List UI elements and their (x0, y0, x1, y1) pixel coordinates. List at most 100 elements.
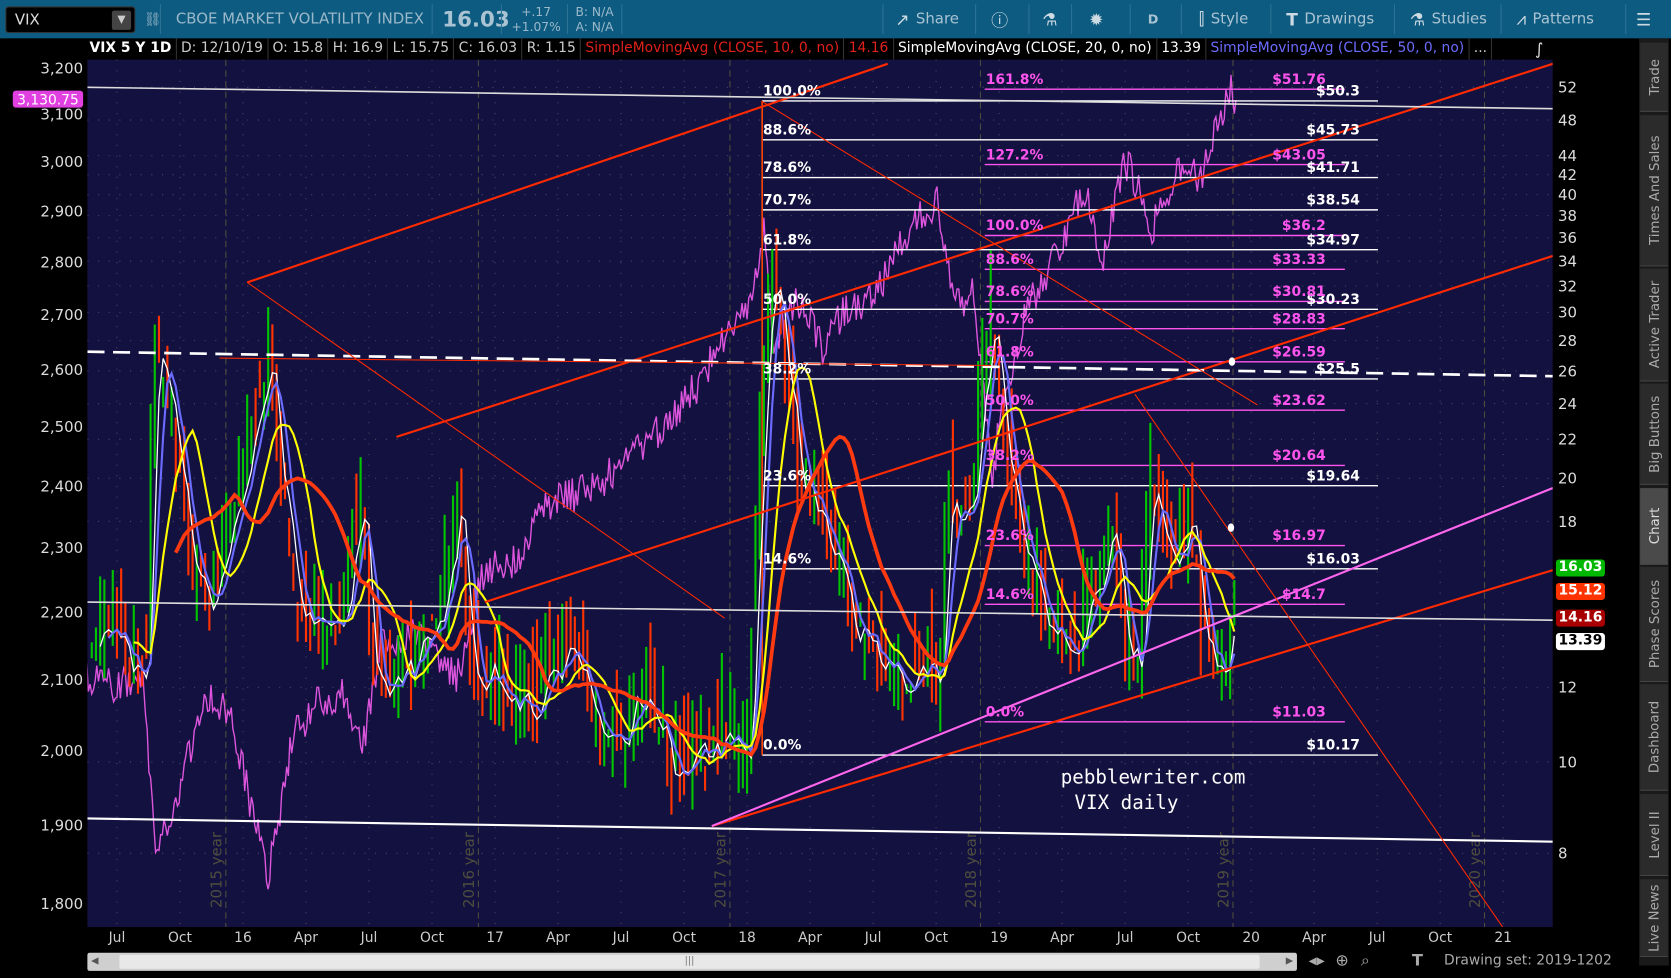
right-axis-tick: 30 (1558, 304, 1577, 322)
time-axis-tick: Apr (798, 930, 823, 947)
spx-current-value: 3,130.75 (17, 92, 79, 108)
sidebar-tab-label: Trade (1645, 58, 1662, 95)
sidebar-tab-level-ii[interactable]: Level II (1640, 793, 1668, 877)
right-axis-tick: 10 (1558, 753, 1577, 771)
drawing-anchor-point[interactable] (1228, 357, 1236, 366)
right-axis-tick: 28 (1558, 332, 1577, 350)
right-axis-tick: 18 (1558, 513, 1577, 531)
sidebar-tab-chart[interactable]: Chart (1640, 488, 1668, 565)
fib-level-price: $28.83 (1272, 311, 1325, 327)
time-axis-tick: Jul (1368, 930, 1386, 947)
fib-level-pct: 23.6% (763, 468, 811, 484)
price-badge: 15.12 (1555, 582, 1605, 600)
time-axis-tick: Jul (612, 930, 630, 947)
fib-level-price: $34.97 (1306, 232, 1359, 248)
fib-level-price: $25.5 (1316, 362, 1360, 378)
scrollbar-thumb[interactable]: ||| (119, 954, 1260, 969)
left-axis-tick: 2,700 (40, 306, 83, 324)
fib-level-price: $51.76 (1272, 72, 1325, 88)
left-axis-tick: 2,300 (40, 539, 83, 557)
right-axis-tick: 12 (1558, 679, 1577, 697)
drawing-tool-icon[interactable]: T (1412, 951, 1423, 970)
right-axis-tick: 52 (1558, 79, 1577, 97)
scroll-left-icon[interactable]: ◀ (87, 953, 102, 971)
watermark-site: pebblewriter.com (1061, 765, 1246, 788)
left-axis-tick: 2,100 (40, 671, 83, 689)
left-axis-tick: 2,800 (40, 253, 83, 271)
right-axis-tick: 44 (1558, 147, 1577, 165)
time-axis-tick: 18 (738, 930, 756, 947)
fib-level-pct: 61.8% (986, 344, 1034, 360)
expand-icon[interactable]: ◂▸ (1309, 951, 1325, 970)
time-axis-tick: Oct (1428, 930, 1453, 947)
fib-level-price: $16.97 (1272, 528, 1325, 544)
year-marker-label: 2016 year (460, 831, 478, 908)
fib-level-price: $14.7 (1282, 587, 1326, 603)
fib-level-pct: 14.6% (763, 552, 811, 568)
price-chart[interactable]: 2015 year 2016 year 2017 year 2018 year 2019… (0, 0, 1671, 978)
left-axis-tick: 2,500 (40, 418, 83, 436)
sidebar-tab-dashboard[interactable]: Dashboard (1640, 684, 1668, 791)
sidebar-tab-big-buttons[interactable]: Big Buttons (1640, 383, 1668, 485)
sidebar-tab-label: Dashboard (1645, 700, 1662, 774)
time-axis-tick: Jul (864, 930, 882, 947)
fib-level-pct: 50.0% (986, 393, 1034, 409)
sidebar-tab-active-trader[interactable]: Active Trader (1640, 268, 1668, 382)
year-marker-label: 2017 year (712, 831, 730, 908)
time-axis-tick: 17 (486, 930, 504, 947)
sidebar-tab-label: Chart (1645, 507, 1662, 545)
sidebar-tab-label: Level II (1645, 810, 1662, 859)
fib-level-pct: 70.7% (763, 193, 811, 209)
time-axis-tick: Oct (1176, 930, 1201, 947)
drawing-anchor-point[interactable] (1227, 523, 1235, 532)
price-badge: 13.39 (1555, 633, 1605, 651)
sidebar-tab-live-news[interactable]: Live News (1640, 879, 1668, 957)
sidebar-tab-label: Times And Sales (1645, 135, 1662, 245)
fib-level-price: $10.17 (1306, 738, 1359, 754)
sidebar-tab-times-and-sales[interactable]: Times And Sales (1640, 115, 1668, 267)
year-marker-label: 2019 year (1215, 831, 1233, 908)
time-axis-tick: Apr (546, 930, 571, 947)
right-axis-tick: 48 (1558, 111, 1577, 129)
fib-level-price: $20.64 (1272, 448, 1325, 464)
fib-level-price: $43.05 (1272, 147, 1325, 163)
left-axis-tick: 1,800 (40, 895, 83, 913)
time-axis-tick: Oct (167, 930, 192, 947)
left-axis-tick: 3,200 (40, 60, 83, 78)
fib-level-pct: 161.8% (986, 72, 1044, 88)
fib-level-pct: 50.0% (763, 292, 811, 308)
fib-level-pct: 78.6% (986, 284, 1034, 300)
fib-level-pct: 0.0% (763, 738, 802, 754)
fib-level-pct: 88.6% (986, 252, 1034, 268)
fib-level-price: $36.2 (1282, 218, 1326, 234)
fib-level-price: $16.03 (1306, 552, 1359, 568)
sidebar-tab-phase-scores[interactable]: Phase Scores (1640, 566, 1668, 683)
left-axis-tick: 2,400 (40, 477, 83, 495)
drawing-set-label[interactable]: Drawing set: 2019-1202 (1444, 953, 1612, 969)
fib-level-price: $33.33 (1272, 252, 1325, 268)
horizontal-scrollbar[interactable]: ◀ ||| ▶ (87, 952, 1297, 971)
sidebar-tab-label: Live News (1645, 883, 1662, 952)
fib-level-pct: 38.2% (763, 362, 811, 378)
right-axis-tick: 42 (1558, 166, 1577, 184)
crosshair-icon[interactable]: ⊕ (1335, 951, 1348, 970)
left-axis-tick: 1,900 (40, 817, 83, 835)
fib-level-price: $26.59 (1272, 344, 1325, 360)
right-axis-tick: 20 (1558, 470, 1577, 488)
fib-level-price: $30.81 (1272, 284, 1325, 300)
time-axis-tick: Oct (420, 930, 444, 947)
sidebar-tab-label: Phase Scores (1645, 579, 1662, 669)
right-axis-tick: 40 (1558, 186, 1577, 204)
scroll-right-icon[interactable]: ▶ (1282, 953, 1297, 971)
year-marker-label: 2018 year (962, 831, 980, 908)
right-axis-tick: 26 (1558, 362, 1577, 380)
sidebar-tab-trade[interactable]: Trade (1640, 42, 1668, 112)
time-axis-tick: 19 (990, 930, 1008, 947)
watermark-caption: VIX daily (1074, 791, 1178, 814)
fib-level-pct: 88.6% (763, 123, 811, 139)
fib-level-pct: 38.2% (986, 448, 1034, 464)
left-axis-tick: 2,200 (40, 604, 83, 622)
price-badge: 16.03 (1555, 559, 1605, 577)
zoom-icon[interactable]: ⌕ (1361, 951, 1370, 970)
right-sidebar: Trade Times And Sales Active Trader Big But… (1639, 38, 1669, 966)
